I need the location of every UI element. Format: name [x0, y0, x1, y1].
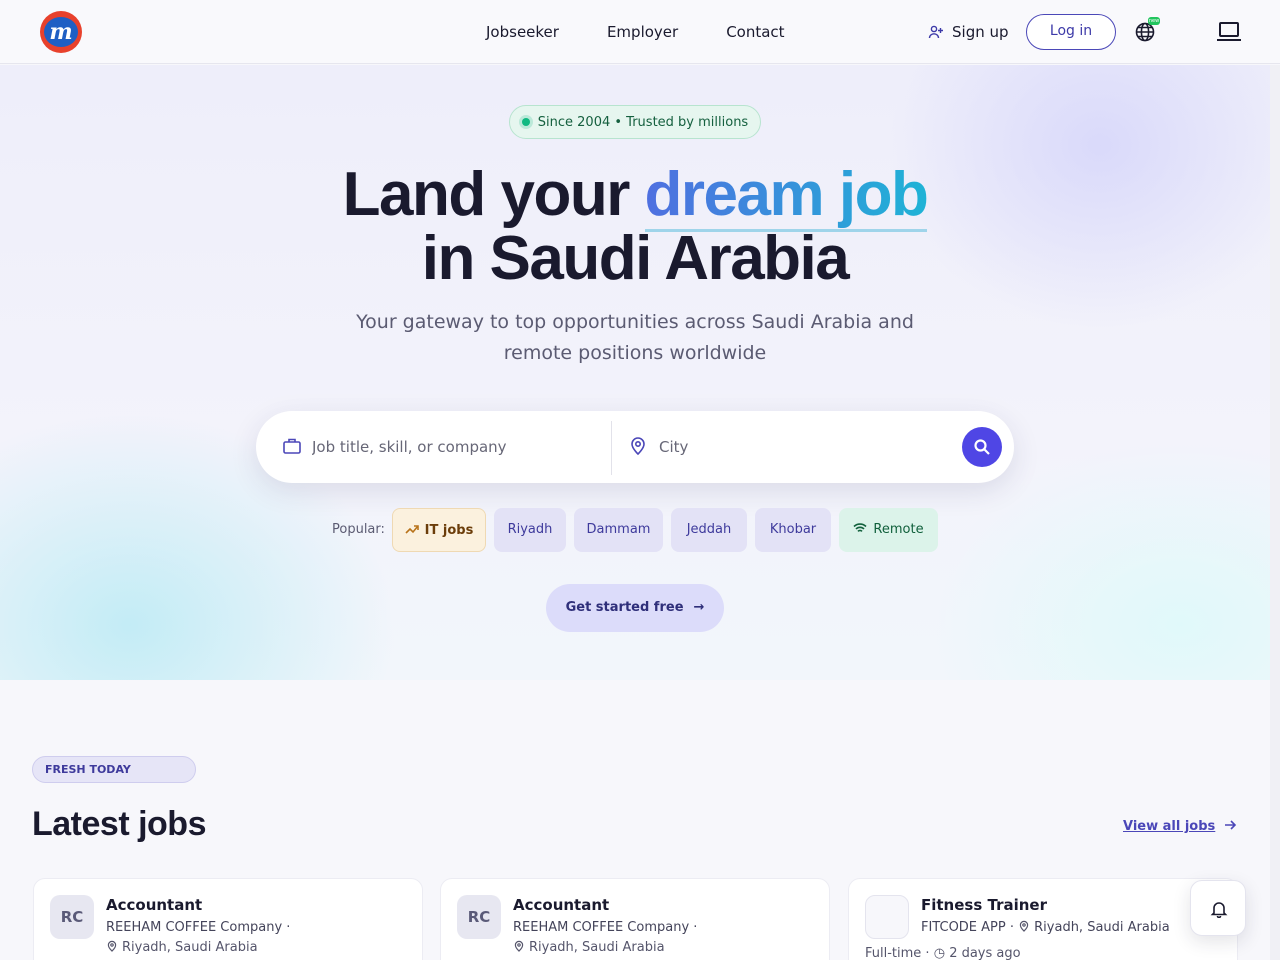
- popular-label: Popular:: [332, 522, 385, 537]
- company-logo: RC: [50, 895, 94, 939]
- job-card[interactable]: RC Accountant REEHAM COFFEE Company · Ri…: [33, 878, 423, 960]
- laptop-icon: [1217, 22, 1241, 41]
- company-name: REEHAM COFFEE Company ·: [513, 920, 698, 935]
- company-name: REEHAM COFFEE Company ·: [106, 920, 291, 935]
- signup-label: Sign up: [952, 23, 1009, 41]
- job-title: Accountant: [106, 896, 203, 914]
- map-pin-icon: [107, 940, 117, 952]
- company-name-text: FITCODE APP: [921, 920, 1006, 935]
- language-new-badge: new: [1148, 17, 1160, 25]
- signup-button[interactable]: Sign up: [928, 20, 1009, 44]
- job-type: Full-time: [865, 946, 922, 960]
- city-input[interactable]: [659, 433, 939, 461]
- hero-title-accent: dream job: [644, 160, 929, 232]
- device-toggle[interactable]: [1216, 20, 1242, 44]
- trending-up-icon: [405, 525, 419, 534]
- page-scrollbar[interactable]: [1270, 65, 1280, 960]
- chip-riyadh[interactable]: Riyadh: [494, 508, 566, 552]
- job-location: Riyadh, Saudi Arabia: [513, 939, 665, 957]
- user-plus-icon: [928, 25, 943, 39]
- search-button[interactable]: [962, 427, 1002, 467]
- site-header: m Jobseeker Employer Contact Sign up Log…: [0, 0, 1280, 64]
- trust-badge-text: Since 2004 • Trusted by millions: [537, 114, 749, 130]
- company-name-text: REEHAM COFFEE Company: [513, 920, 690, 935]
- briefcase-icon: [283, 438, 301, 454]
- latest-jobs-title: Latest jobs: [32, 805, 206, 843]
- status-dot: [521, 118, 530, 126]
- nav-employer[interactable]: Employer: [607, 20, 678, 44]
- job-title: Fitness Trainer: [921, 896, 1047, 914]
- arrow-right-icon: →: [693, 600, 705, 615]
- company-logo: [865, 895, 909, 939]
- job-location-text: Riyadh, Saudi Arabia: [529, 940, 665, 955]
- job-location: Riyadh, Saudi Arabia: [106, 939, 258, 957]
- nav-contact[interactable]: Contact: [726, 20, 784, 44]
- job-alerts-button[interactable]: [1190, 880, 1246, 936]
- company-name-text: REEHAM COFFEE Company: [106, 920, 283, 935]
- hero-title-line2: in Saudi Arabia: [421, 224, 850, 293]
- chip-khobar[interactable]: Khobar: [755, 508, 831, 552]
- chip-remote[interactable]: Remote: [839, 508, 938, 552]
- view-all-label: View all jobs: [1123, 819, 1216, 834]
- map-pin-icon: [631, 437, 645, 456]
- chip-dammam[interactable]: Dammam: [574, 508, 663, 552]
- chip-label: IT jobs: [424, 523, 474, 538]
- hero-subtitle: Your gateway to top opportunities across…: [356, 311, 914, 364]
- job-location-text: Riyadh, Saudi Arabia: [122, 940, 258, 955]
- job-card[interactable]: RC Accountant REEHAM COFFEE Company · Ri…: [440, 878, 830, 960]
- hero-title-part1: Land your: [342, 160, 645, 229]
- get-started-button[interactable]: Get started free →: [546, 584, 724, 632]
- job-meta: Full-time · ◷ 2 days ago: [865, 946, 1021, 960]
- hero-title: Land your dream job in Saudi Arabia: [0, 160, 1270, 293]
- site-logo[interactable]: m: [40, 11, 82, 53]
- arrow-right-icon: [1225, 820, 1237, 830]
- search-divider: [611, 421, 612, 475]
- job-card[interactable]: Fitness Trainer FITCODE APP · Riyadh, Sa…: [848, 878, 1238, 960]
- job-search-input[interactable]: [312, 433, 592, 461]
- hero-section: Since 2004 • Trusted by millions Land yo…: [0, 65, 1270, 680]
- login-button[interactable]: Log in: [1026, 14, 1116, 50]
- nav-jobseeker[interactable]: Jobseeker: [486, 20, 559, 44]
- main-nav: Jobseeker Employer Contact: [486, 20, 785, 44]
- company-logo: RC: [457, 895, 501, 939]
- posted-date: 2 days ago: [949, 946, 1021, 960]
- logo-letter: m: [44, 17, 78, 47]
- search-icon: [974, 439, 990, 455]
- job-title: Accountant: [513, 896, 610, 914]
- company-name: FITCODE APP · Riyadh, Saudi Arabia: [921, 920, 1170, 935]
- wifi-icon: [853, 523, 867, 533]
- bell-icon: [1210, 902, 1228, 918]
- get-started-label: Get started free: [565, 600, 684, 615]
- map-pin-icon: [514, 940, 524, 952]
- clock-icon: ◷: [933, 946, 946, 960]
- job-location-text: Riyadh, Saudi Arabia: [1034, 920, 1170, 935]
- language-button[interactable]: new: [1134, 17, 1160, 43]
- fresh-today-badge: FRESH TODAY: [32, 756, 196, 783]
- trust-badge: Since 2004 • Trusted by millions: [509, 105, 761, 139]
- chip-label: Remote: [873, 522, 924, 537]
- chip-jeddah[interactable]: Jeddah: [671, 508, 747, 552]
- job-search-bar: [256, 411, 1014, 483]
- view-all-jobs-link[interactable]: View all jobs: [1123, 817, 1237, 837]
- chip-it-jobs[interactable]: IT jobs: [392, 508, 486, 552]
- map-pin-icon: [1019, 920, 1029, 932]
